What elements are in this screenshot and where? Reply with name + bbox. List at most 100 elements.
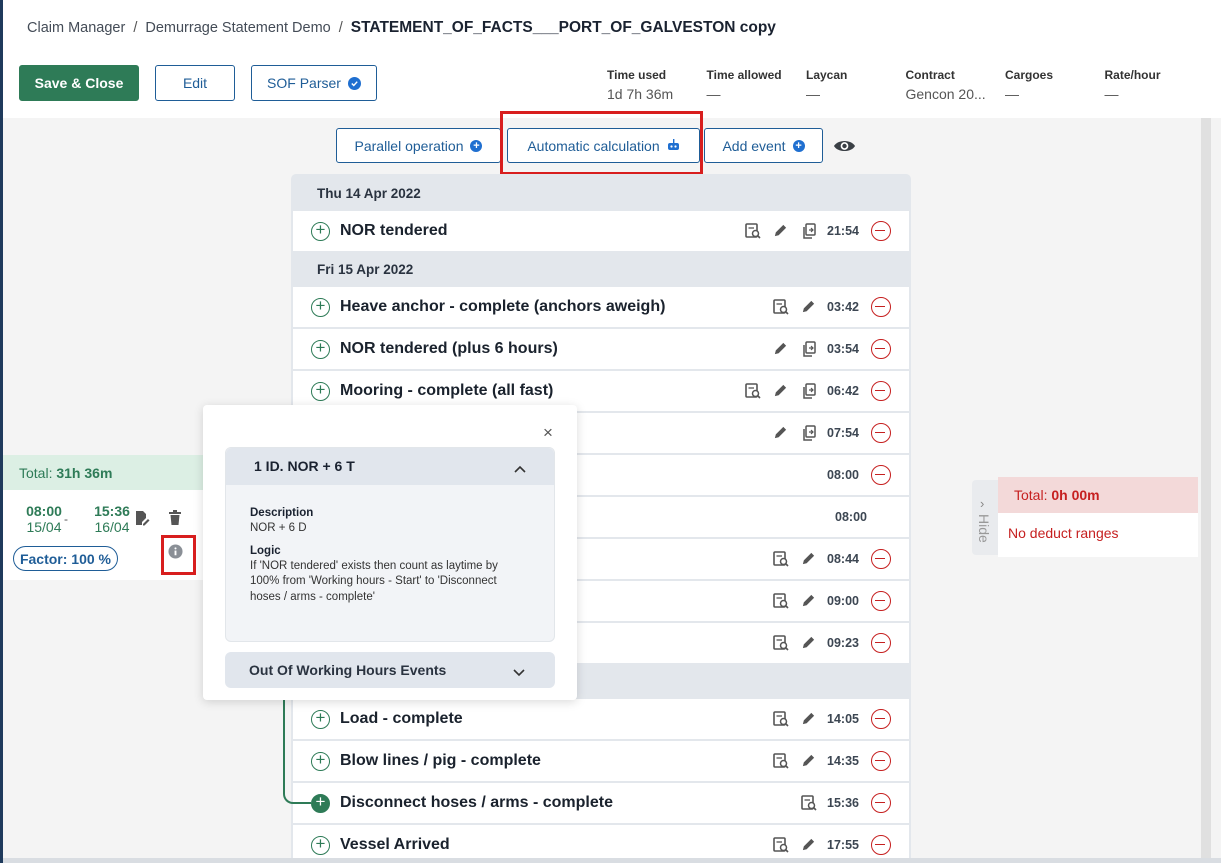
chevron-down-icon[interactable] — [513, 664, 525, 680]
event-row[interactable]: + Blow lines / pig - complete 14:35 — [293, 741, 909, 781]
stat-contract: Contract Gencon 20... — [906, 68, 1006, 102]
factor-badge[interactable]: Factor: 100 % — [13, 546, 118, 571]
copy-icon[interactable] — [801, 383, 817, 399]
remove-circle-icon[interactable] — [871, 423, 891, 443]
save-close-button[interactable]: Save & Close — [19, 65, 139, 101]
copy-icon[interactable] — [801, 425, 817, 441]
description-label: Description — [250, 507, 314, 519]
edit-note-icon[interactable] — [134, 510, 150, 529]
hide-tab[interactable]: › Hide — [972, 480, 998, 555]
total-value: 0h 00m — [1051, 487, 1100, 503]
event-row[interactable]: + Disconnect hoses / arms - complete 15:36 — [293, 783, 909, 823]
range-end[interactable]: 15:36 16/04 — [82, 503, 142, 535]
document-search-icon[interactable] — [773, 711, 789, 727]
plus-circle-icon[interactable]: + — [311, 381, 330, 401]
range-dash: - — [64, 512, 68, 526]
edit-label: Edit — [182, 75, 208, 91]
stat-cargoes: Cargoes — — [1005, 68, 1105, 102]
event-time: 08:44 — [827, 552, 859, 566]
document-search-icon[interactable] — [773, 551, 789, 567]
rule-popup: × 1 ID. NOR + 6 T Description NOR + 6 D … — [203, 405, 577, 700]
plus-circle-icon[interactable]: + — [311, 709, 330, 729]
remove-circle-icon[interactable] — [871, 709, 891, 729]
out-of-hours-accordion[interactable]: Out Of Working Hours Events — [225, 652, 555, 688]
event-name: Blow lines / pig - complete — [340, 752, 541, 769]
pencil-icon[interactable] — [801, 299, 817, 315]
description-value: NOR + 6 D — [250, 522, 307, 534]
breadcrumb-separator: / — [338, 20, 343, 36]
stat-label: Rate/hour — [1104, 68, 1161, 82]
pencil-icon[interactable] — [801, 711, 817, 727]
sof-parser-label: SOF Parser — [267, 75, 341, 91]
page-title: STATEMENT_OF_FACTS___PORT_OF_GALVESTON c… — [350, 19, 776, 36]
event-time: 06:42 — [827, 384, 859, 398]
range-times: 08:00 15/04 15:36 16/04 — [14, 503, 142, 535]
document-search-icon[interactable] — [773, 593, 789, 609]
remove-circle-icon[interactable] — [871, 297, 891, 317]
deduct-panel: Total: 0h 00m No deduct ranges — [998, 477, 1198, 557]
hide-label: Hide — [976, 514, 992, 543]
plus-circle-icon[interactable]: + — [311, 793, 330, 813]
remove-circle-icon[interactable] — [871, 793, 891, 813]
chevron-up-icon[interactable] — [514, 460, 526, 476]
stat-value: — — [1104, 86, 1119, 102]
sof-parser-button[interactable]: SOF Parser — [251, 65, 377, 101]
eye-icon[interactable] — [833, 137, 856, 158]
parallel-operation-button[interactable]: Parallel operation + — [336, 128, 501, 163]
add-event-button[interactable]: Add event + — [704, 128, 823, 163]
breadcrumb-claim-manager[interactable]: Claim Manager — [27, 20, 125, 36]
copy-icon[interactable] — [801, 223, 817, 239]
remove-circle-icon[interactable] — [871, 221, 891, 241]
left-edge-bar — [0, 0, 3, 863]
event-name: Vessel Arrived — [340, 836, 450, 853]
pencil-icon[interactable] — [773, 223, 789, 239]
plus-circle-icon[interactable]: + — [311, 221, 330, 241]
event-row[interactable]: + NOR tendered (plus 6 hours) 03:54 — [293, 329, 909, 369]
remove-circle-icon[interactable] — [871, 381, 891, 401]
remove-circle-icon[interactable] — [871, 465, 891, 485]
pencil-icon[interactable] — [773, 341, 789, 357]
breadcrumb-demurrage-statement[interactable]: Demurrage Statement Demo — [145, 20, 330, 36]
document-search-icon[interactable] — [773, 753, 789, 769]
remove-circle-icon[interactable] — [871, 751, 891, 771]
event-row[interactable]: + NOR tendered 21:54 — [293, 211, 909, 251]
close-icon[interactable]: × — [543, 423, 553, 443]
document-search-icon[interactable] — [773, 837, 789, 853]
pencil-icon[interactable] — [801, 635, 817, 651]
remove-circle-icon[interactable] — [871, 549, 891, 569]
event-row[interactable]: + Load - complete 14:05 — [293, 699, 909, 739]
pencil-icon[interactable] — [801, 593, 817, 609]
document-search-icon[interactable] — [745, 223, 761, 239]
plus-circle-icon[interactable]: + — [311, 835, 330, 855]
pencil-icon[interactable] — [801, 837, 817, 853]
rule-accordion-header[interactable]: 1 ID. NOR + 6 T — [226, 448, 554, 485]
remove-circle-icon[interactable] — [871, 633, 891, 653]
pencil-icon[interactable] — [773, 425, 789, 441]
document-search-icon[interactable] — [773, 299, 789, 315]
event-time: 21:54 — [827, 224, 859, 238]
remove-circle-icon[interactable] — [871, 835, 891, 855]
document-search-icon[interactable] — [745, 383, 761, 399]
remove-circle-icon[interactable] — [871, 591, 891, 611]
breadcrumb-separator: / — [133, 20, 138, 36]
pencil-icon[interactable] — [801, 551, 817, 567]
document-search-icon[interactable] — [773, 635, 789, 651]
copy-icon[interactable] — [801, 341, 817, 357]
plus-circle-icon[interactable]: + — [311, 751, 330, 771]
stat-label: Laycan — [806, 68, 848, 82]
day-header: Thu 14 Apr 2022 — [317, 186, 421, 201]
plus-circle-icon[interactable]: + — [311, 339, 330, 359]
document-search-icon[interactable] — [801, 795, 817, 811]
remove-circle-icon[interactable] — [871, 339, 891, 359]
plus-circle-icon[interactable]: + — [311, 297, 330, 317]
pencil-icon[interactable] — [773, 383, 789, 399]
event-row[interactable]: + Heave anchor - complete (anchors aweigh… — [293, 287, 909, 327]
pencil-icon[interactable] — [801, 753, 817, 769]
event-name: Mooring - complete (all fast) — [340, 382, 554, 399]
logic-label: Logic — [250, 545, 281, 558]
edit-button[interactable]: Edit — [155, 65, 235, 101]
total-label: Total: — [1014, 487, 1048, 503]
scrollbar[interactable] — [1201, 118, 1211, 858]
trash-icon[interactable] — [168, 510, 182, 529]
event-time: 15:36 — [827, 796, 859, 810]
